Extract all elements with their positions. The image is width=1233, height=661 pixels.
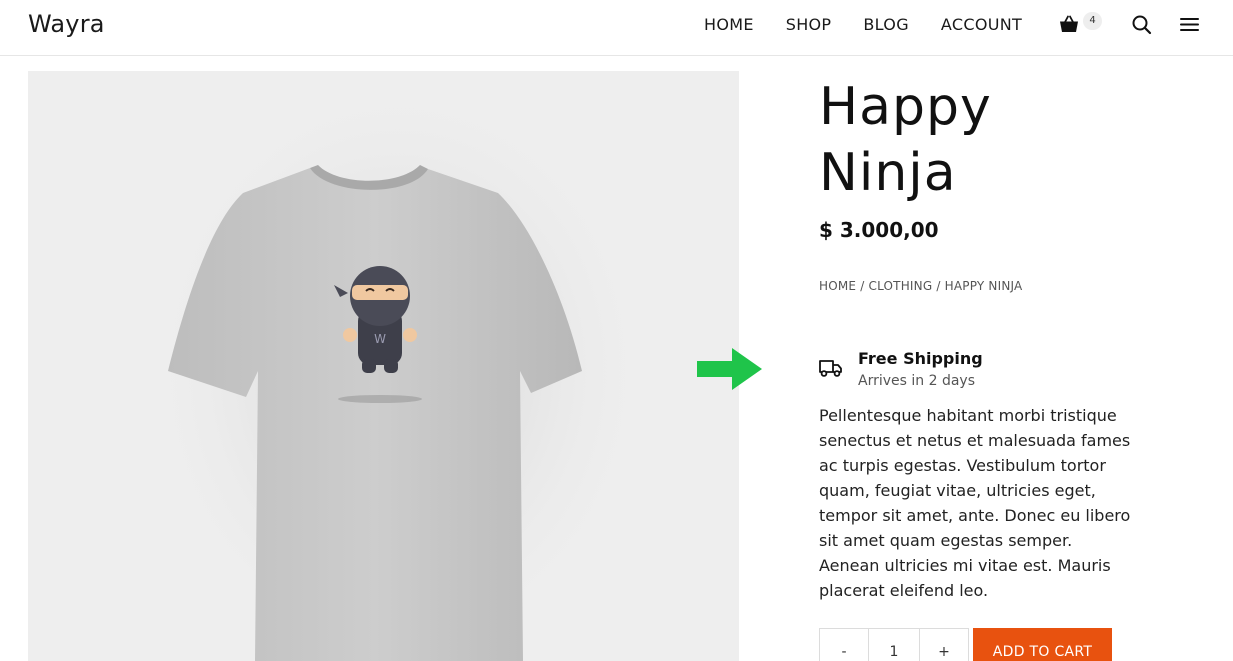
product-description: Pellentesque habitant morbi tristique se… <box>819 406 1131 600</box>
shipping-title: Free Shipping <box>858 349 983 368</box>
menu-icon <box>1180 18 1199 31</box>
product-gallery[interactable]: W <box>28 71 739 661</box>
breadcrumb-separator: / <box>860 279 865 293</box>
main-nav: HOME SHOP BLOG ACCOUNT <box>704 15 1022 34</box>
cart-button[interactable]: 4 <box>1059 12 1103 37</box>
product-title-line-2: Ninja <box>819 143 957 203</box>
site-header: Wayra HOME SHOP BLOG ACCOUNT 4 <box>0 0 1233 56</box>
green-arrow-annotation <box>697 348 762 390</box>
search-button[interactable] <box>1131 14 1153 36</box>
breadcrumb-clothing[interactable]: CLOTHING <box>869 279 933 293</box>
breadcrumb-home[interactable]: HOME <box>819 279 856 293</box>
breadcrumb-separator: / <box>936 279 941 293</box>
menu-button[interactable] <box>1179 14 1201 36</box>
nav-blog[interactable]: BLOG <box>863 15 909 34</box>
product-price: $ 3.000,00 <box>819 218 939 242</box>
nav-shop[interactable]: SHOP <box>786 15 832 34</box>
product-title: Happy Ninja <box>819 74 1149 206</box>
quantity-decrease-button[interactable]: - <box>819 628 869 661</box>
site-logo[interactable]: Wayra <box>28 10 105 38</box>
truck-icon <box>819 360 842 377</box>
nav-home[interactable]: HOME <box>704 15 754 34</box>
breadcrumb-current: HAPPY NINJA <box>944 279 1023 293</box>
search-icon <box>1132 15 1152 35</box>
cart-count-badge: 4 <box>1083 12 1102 30</box>
shopping-basket-icon <box>1060 15 1078 32</box>
quantity-stepper: - + <box>819 628 969 661</box>
shipping-subtitle: Arrives in 2 days <box>858 373 975 389</box>
breadcrumb: HOME / CLOTHING / HAPPY NINJA <box>819 279 1022 293</box>
svg-text:W: W <box>374 332 386 346</box>
add-to-cart-button[interactable]: ADD TO CART <box>973 628 1112 661</box>
product-title-line-1: Happy <box>819 77 992 137</box>
product-image: W <box>138 71 658 661</box>
nav-account[interactable]: ACCOUNT <box>941 15 1022 34</box>
quantity-input[interactable] <box>869 628 919 661</box>
shipping-info: Free Shipping Arrives in 2 days <box>819 348 1139 394</box>
quantity-increase-button[interactable]: + <box>919 628 969 661</box>
